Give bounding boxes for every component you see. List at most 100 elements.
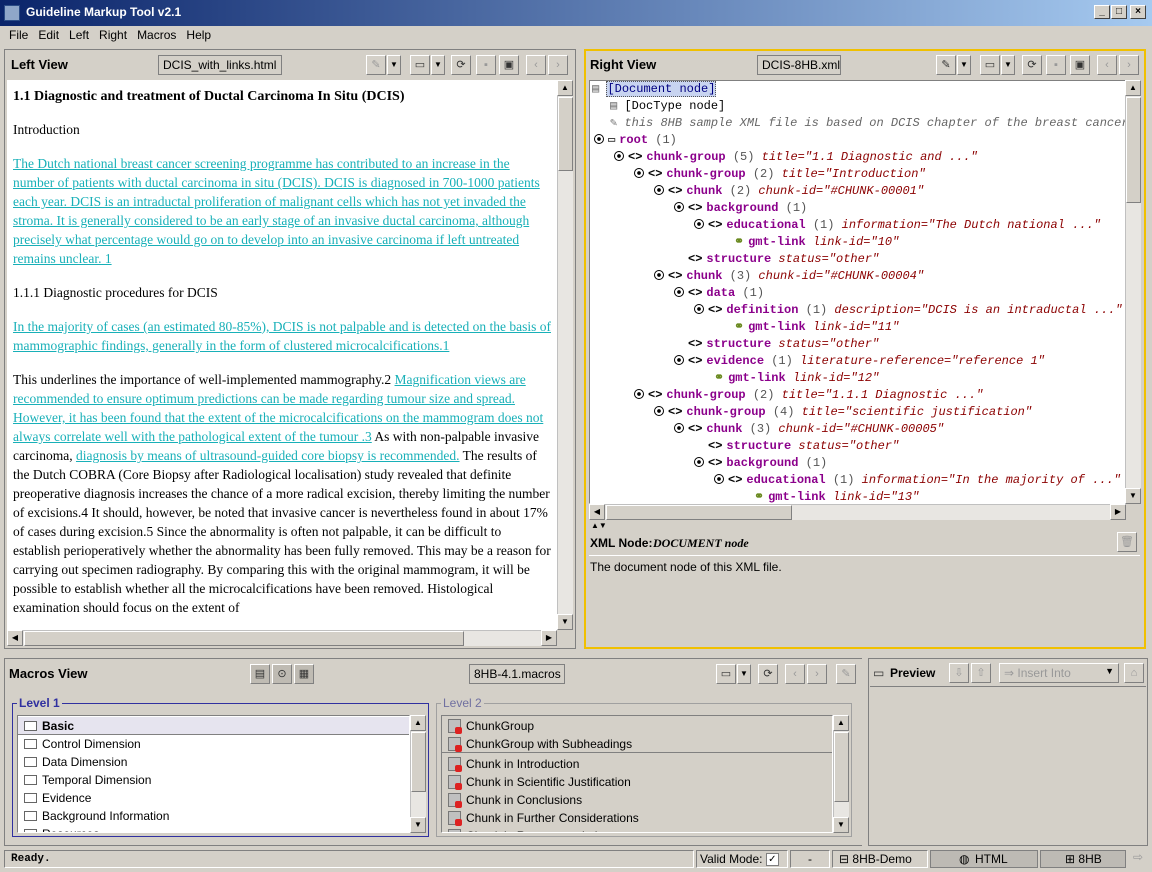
left-refresh-icon[interactable]: ⟳: [451, 55, 471, 75]
expand-toggle-icon[interactable]: [674, 355, 684, 365]
expand-toggle-icon[interactable]: [634, 389, 644, 399]
scroll-left-icon[interactable]: ◀: [589, 504, 605, 520]
xml-tree-node[interactable]: <> educational (1) information="The Dutch…: [694, 217, 1101, 234]
left-vscroll-thumb[interactable]: [558, 97, 573, 171]
right-hscroll[interactable]: ◀ ▶: [589, 504, 1126, 520]
xml-tree-node[interactable]: <> definition (1) description="DCIS is an…: [694, 302, 1125, 319]
xml-tree-node[interactable]: <> chunk (3) chunk-id="#CHUNK-00005": [674, 421, 944, 438]
right-back-icon[interactable]: ‹: [1097, 55, 1117, 75]
scroll-down-icon[interactable]: ▼: [410, 817, 426, 833]
level1-vscroll[interactable]: ▲ ▼: [410, 715, 426, 833]
trash-icon[interactable]: 🗑: [1117, 532, 1137, 552]
xml-tree-node[interactable]: ⚭ gmt-link link-id="12": [714, 370, 879, 387]
macros-open-dropdown[interactable]: ▼: [737, 664, 751, 684]
level2-item[interactable]: Chunk in Scientific Justification: [442, 773, 832, 791]
level1-item[interactable]: Evidence: [18, 789, 409, 807]
xml-tree-node[interactable]: <> chunk (3) chunk-id="#CHUNK-00004": [654, 268, 924, 285]
scroll-down-icon[interactable]: ▼: [1125, 488, 1141, 504]
left-edit-icon[interactable]: ✎: [366, 55, 386, 75]
xml-tree-node[interactable]: <> structure status="other": [674, 251, 879, 268]
xml-tree-node[interactable]: ⚭ gmt-link link-id="11": [734, 319, 899, 336]
level1-item[interactable]: Resources: [18, 825, 409, 832]
move-up-icon[interactable]: ⇧: [971, 663, 991, 683]
scroll-right-icon[interactable]: ▶: [541, 630, 557, 646]
xml-tree-node[interactable]: <> educational (1) information="In the ma…: [714, 472, 1121, 489]
menu-edit[interactable]: Edit: [33, 26, 64, 42]
level1-item[interactable]: Basic: [18, 717, 409, 735]
properties-icon[interactable]: ▦: [294, 664, 314, 684]
xml-tree-node[interactable]: <> chunk-group (4) title="scientific just…: [654, 404, 1032, 421]
scroll-up-icon[interactable]: ▲: [410, 715, 426, 731]
level2-item[interactable]: Chunk in Introduction: [442, 755, 832, 773]
xml-tree-node[interactable]: <> evidence (1) literature-reference="ref…: [674, 353, 1045, 370]
right-edit-icon[interactable]: ✎: [936, 55, 956, 75]
level1-item[interactable]: Background Information: [18, 807, 409, 825]
right-edit-dropdown[interactable]: ▼: [957, 55, 971, 75]
xml-tree-node[interactable]: ▤ [DocType node]: [610, 98, 725, 115]
xml-tree-node[interactable]: <> structure status="other": [674, 336, 879, 353]
xml-tree-node[interactable]: <> data (1): [674, 285, 764, 302]
expand-toggle-icon[interactable]: [654, 185, 664, 195]
right-save-icon[interactable]: ▪: [1046, 55, 1066, 75]
right-saveas-icon[interactable]: ▣: [1070, 55, 1090, 75]
scroll-down-icon[interactable]: ▼: [833, 817, 849, 833]
scroll-down-icon[interactable]: ▼: [557, 614, 573, 630]
expand-toggle-icon[interactable]: [634, 168, 644, 178]
expand-toggle-icon[interactable]: [714, 474, 724, 484]
minimize-button[interactable]: _: [1094, 5, 1110, 19]
expand-toggle-icon[interactable]: [654, 406, 664, 416]
xml-tree-node[interactable]: ▭ root (1): [594, 132, 677, 149]
preview-lock-icon[interactable]: ⌂: [1124, 663, 1144, 683]
demo-indicator[interactable]: ⊟ 8HB-Demo: [832, 850, 928, 868]
left-vscroll[interactable]: ▲ ▼: [557, 80, 573, 630]
split-arrows-icon[interactable]: ▲▼: [591, 521, 607, 530]
level1-vscroll-thumb[interactable]: [411, 732, 426, 792]
hb-indicator[interactable]: ⊞ 8HB: [1040, 850, 1126, 868]
left-open-dropdown[interactable]: ▼: [431, 55, 445, 75]
level2-vscroll[interactable]: ▲ ▼: [833, 715, 849, 833]
menu-left[interactable]: Left: [64, 26, 94, 42]
level1-item[interactable]: Data Dimension: [18, 753, 409, 771]
tree-view-icon[interactable]: ▤: [250, 664, 270, 684]
right-forward-icon[interactable]: ›: [1119, 55, 1139, 75]
left-hscroll-thumb[interactable]: [24, 631, 464, 646]
left-back-icon[interactable]: ‹: [526, 55, 546, 75]
expand-toggle-icon[interactable]: [594, 134, 604, 144]
vertical-splitter[interactable]: [577, 49, 583, 649]
horizontal-splitter[interactable]: [0, 651, 1152, 657]
menu-macros[interactable]: Macros: [132, 26, 181, 42]
level2-item[interactable]: ChunkGroup with Subheadings: [442, 735, 832, 753]
expand-toggle-icon[interactable]: [674, 423, 684, 433]
maximize-button[interactable]: □: [1111, 5, 1127, 19]
close-button[interactable]: ×: [1130, 5, 1146, 19]
menu-help[interactable]: Help: [181, 26, 216, 42]
doc-link-p1[interactable]: The Dutch national breast cancer screeni…: [13, 156, 540, 266]
level2-item[interactable]: ChunkGroup: [442, 717, 832, 735]
expand-toggle-icon[interactable]: [694, 219, 704, 229]
left-save-icon[interactable]: ▪: [476, 55, 496, 75]
resize-icon[interactable]: ⇨: [1128, 850, 1148, 868]
xml-tree-node[interactable]: <> chunk-group (5) title="1.1 Diagnostic …: [614, 149, 978, 166]
expand-toggle-icon[interactable]: [694, 304, 704, 314]
menu-right[interactable]: Right: [94, 26, 132, 42]
xml-tree-node[interactable]: <> chunk-group (2) title="Introduction": [634, 166, 926, 183]
macros-back-icon[interactable]: ‹: [785, 664, 805, 684]
right-hscroll-thumb[interactable]: [606, 505, 792, 520]
valid-mode-checkbox[interactable]: ✓: [765, 853, 779, 867]
left-hscroll[interactable]: ◀ ▶: [7, 630, 557, 646]
right-vscroll[interactable]: ▲ ▼: [1125, 80, 1141, 504]
xml-tree-node[interactable]: <> structure status="other": [694, 438, 899, 455]
level2-item[interactable]: Chunk in Recommendations: [442, 827, 832, 832]
xml-tree-node[interactable]: ▤ [Document node]: [592, 81, 717, 98]
scroll-up-icon[interactable]: ▲: [833, 715, 849, 731]
right-open-icon[interactable]: ▭: [980, 55, 1000, 75]
expand-toggle-icon[interactable]: [654, 270, 664, 280]
level2-vscroll-thumb[interactable]: [834, 732, 849, 802]
find-icon[interactable]: ⊙: [272, 664, 292, 684]
doc-link-p3b[interactable]: diagnosis by means of ultrasound-guided …: [76, 448, 460, 463]
left-open-icon[interactable]: ▭: [410, 55, 430, 75]
xml-tree-node[interactable]: ⚭ gmt-link link-id="13": [754, 489, 919, 503]
xml-tree-node[interactable]: <> chunk (2) chunk-id="#CHUNK-00001": [654, 183, 924, 200]
macros-forward-icon[interactable]: ›: [807, 664, 827, 684]
expand-toggle-icon[interactable]: [674, 202, 684, 212]
